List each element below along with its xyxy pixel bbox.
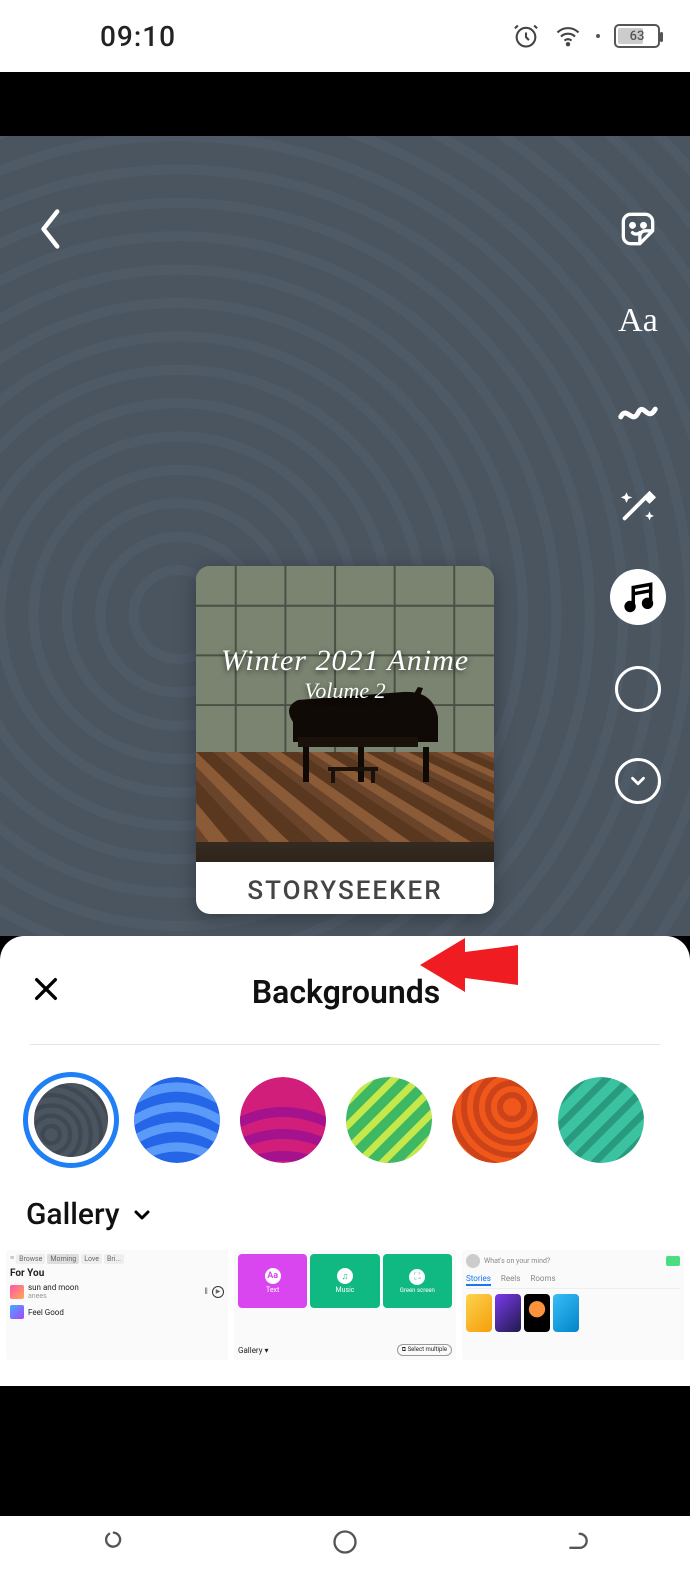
letterbox-top <box>0 72 690 136</box>
gallery-dropdown[interactable]: Gallery <box>0 1183 690 1250</box>
gallery-thumb-2[interactable]: Aa Text ♫ Music ⛶ Green screen <box>234 1250 456 1360</box>
background-swatches <box>0 1063 690 1183</box>
chevron-down-circle-icon <box>615 758 661 804</box>
circle-tool[interactable] <box>610 661 666 717</box>
recents-icon <box>101 1528 129 1556</box>
home-icon <box>331 1528 359 1556</box>
swatch-blue[interactable] <box>134 1077 220 1163</box>
swatch-magenta[interactable] <box>240 1077 326 1163</box>
sheet-header: Backgrounds <box>0 936 690 1038</box>
swatch-green[interactable] <box>346 1077 432 1163</box>
text-icon: Aa <box>618 302 658 340</box>
device-frame: 09:10 63 <box>0 0 690 1572</box>
music-note-icon <box>619 578 657 616</box>
sheet-title: Backgrounds <box>32 973 660 1011</box>
divider <box>30 1044 660 1045</box>
chevron-left-icon <box>36 206 66 252</box>
track-name: STORYSEEKER <box>196 862 494 914</box>
system-nav-bar <box>0 1516 690 1572</box>
album-title: Winter 2021 Anime <box>221 644 469 678</box>
status-bar: 09:10 63 <box>0 0 690 72</box>
sparkle-wand-icon <box>615 482 661 528</box>
status-icons: 63 <box>512 22 660 50</box>
sticker-tool[interactable] <box>610 201 666 257</box>
nav-back[interactable] <box>561 1528 589 1560</box>
text-tool[interactable]: Aa <box>610 293 666 349</box>
back-button[interactable] <box>36 206 66 256</box>
effects-tool[interactable] <box>610 477 666 533</box>
story-canvas: Aa <box>0 136 690 936</box>
swatch-teal[interactable] <box>558 1077 644 1163</box>
chevron-down-icon <box>130 1203 154 1227</box>
music-card[interactable]: Winter 2021 Anime Volume 2 STORYSEEKER <box>196 566 494 914</box>
circle-icon <box>615 666 661 712</box>
alarm-icon <box>512 22 540 50</box>
music-tool[interactable] <box>610 569 666 625</box>
signal-dot <box>596 34 600 38</box>
status-time: 09:10 <box>100 20 176 53</box>
swatch-dark[interactable] <box>28 1077 114 1163</box>
nav-back-icon <box>561 1528 589 1556</box>
more-tools[interactable] <box>610 753 666 809</box>
gallery-thumb-1[interactable]: ≡ Browse Morning Love Bri... For You sun… <box>6 1250 228 1360</box>
scribble-icon <box>615 390 661 436</box>
letterbox-bottom <box>0 1390 690 1516</box>
album-subtitle: Volume 2 <box>304 678 385 704</box>
wifi-icon <box>554 22 582 50</box>
draw-tool[interactable] <box>610 385 666 441</box>
nav-recents[interactable] <box>101 1528 129 1560</box>
gallery-label: Gallery <box>26 1197 120 1232</box>
album-art: Winter 2021 Anime Volume 2 <box>196 566 494 862</box>
swatch-orange[interactable] <box>452 1077 538 1163</box>
battery-level: 63 <box>630 29 645 44</box>
red-arrow-callout <box>420 930 520 1000</box>
gallery-thumb-3[interactable]: What's on your mind? Stories Reels Rooms <box>462 1250 684 1360</box>
gallery-thumbnails: ≡ Browse Morning Love Bri... For You sun… <box>0 1250 690 1360</box>
nav-home[interactable] <box>331 1528 359 1560</box>
battery-indicator: 63 <box>614 24 660 48</box>
tool-column: Aa <box>610 201 666 809</box>
sticker-icon <box>616 207 660 251</box>
